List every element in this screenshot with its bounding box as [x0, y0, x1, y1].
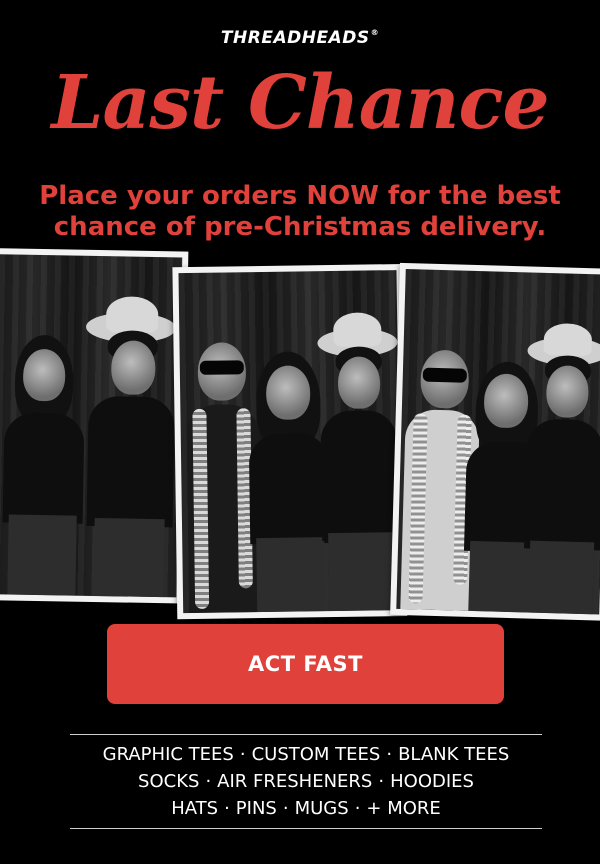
category-blank-tees[interactable]: BLANK TEES — [398, 744, 509, 765]
photo-booth-strip[interactable] — [0, 245, 600, 630]
logo-text: THREADHEADS — [220, 28, 370, 48]
photo-frame-2 — [172, 264, 408, 620]
separator: · — [378, 771, 385, 792]
separator: · — [282, 798, 289, 819]
category-hats[interactable]: HATS — [171, 798, 218, 819]
photo-scene-2 — [178, 270, 402, 614]
category-hoodies[interactable]: HOODIES — [390, 771, 474, 792]
subhead: Place your orders NOW for the best chanc… — [20, 181, 580, 243]
photo-scene-1 — [0, 254, 183, 598]
category-row-2: SOCKS · AIR FRESHENERS · HOODIES — [70, 768, 542, 795]
headline: Last Chance — [51, 60, 549, 146]
category-more[interactable]: + MORE — [366, 798, 440, 819]
separator: · — [354, 798, 361, 819]
subhead-line-1: Place your orders NOW for the best — [39, 181, 561, 211]
person-man-hat — [81, 296, 178, 598]
category-socks[interactable]: SOCKS — [138, 771, 199, 792]
category-links: GRAPHIC TEES · CUSTOM TEES · BLANK TEES SOCK… — [70, 734, 542, 829]
category-air-fresheners[interactable]: AIR FRESHENERS — [217, 771, 372, 792]
category-row-1: GRAPHIC TEES · CUSTOM TEES · BLANK TEES — [70, 741, 542, 768]
person-man-hat — [520, 322, 600, 615]
separator: · — [224, 798, 230, 819]
separator: · — [239, 744, 246, 765]
person-woman — [1, 334, 86, 596]
category-mugs[interactable]: MUGS — [295, 798, 349, 819]
brand-logo[interactable]: THREADHEADS® — [0, 28, 600, 48]
subhead-line-2: chance of pre-Christmas delivery. — [53, 212, 547, 242]
photo-frame-1 — [0, 248, 189, 604]
category-pins[interactable]: PINS — [236, 798, 277, 819]
trademark-symbol: ® — [370, 28, 380, 37]
photo-scene-3 — [396, 269, 600, 615]
person-man-hat — [317, 310, 401, 612]
separator: · — [386, 744, 393, 765]
act-fast-button[interactable]: ACT FAST — [107, 624, 504, 704]
separator: · — [205, 771, 212, 792]
photo-frame-3 — [390, 262, 600, 621]
category-custom-tees[interactable]: CUSTOM TEES — [252, 744, 381, 765]
act-fast-label: ACT FAST — [248, 652, 363, 676]
category-graphic-tees[interactable]: GRAPHIC TEES — [103, 744, 234, 765]
category-row-3: HATS · PINS · MUGS · + MORE — [70, 795, 542, 822]
